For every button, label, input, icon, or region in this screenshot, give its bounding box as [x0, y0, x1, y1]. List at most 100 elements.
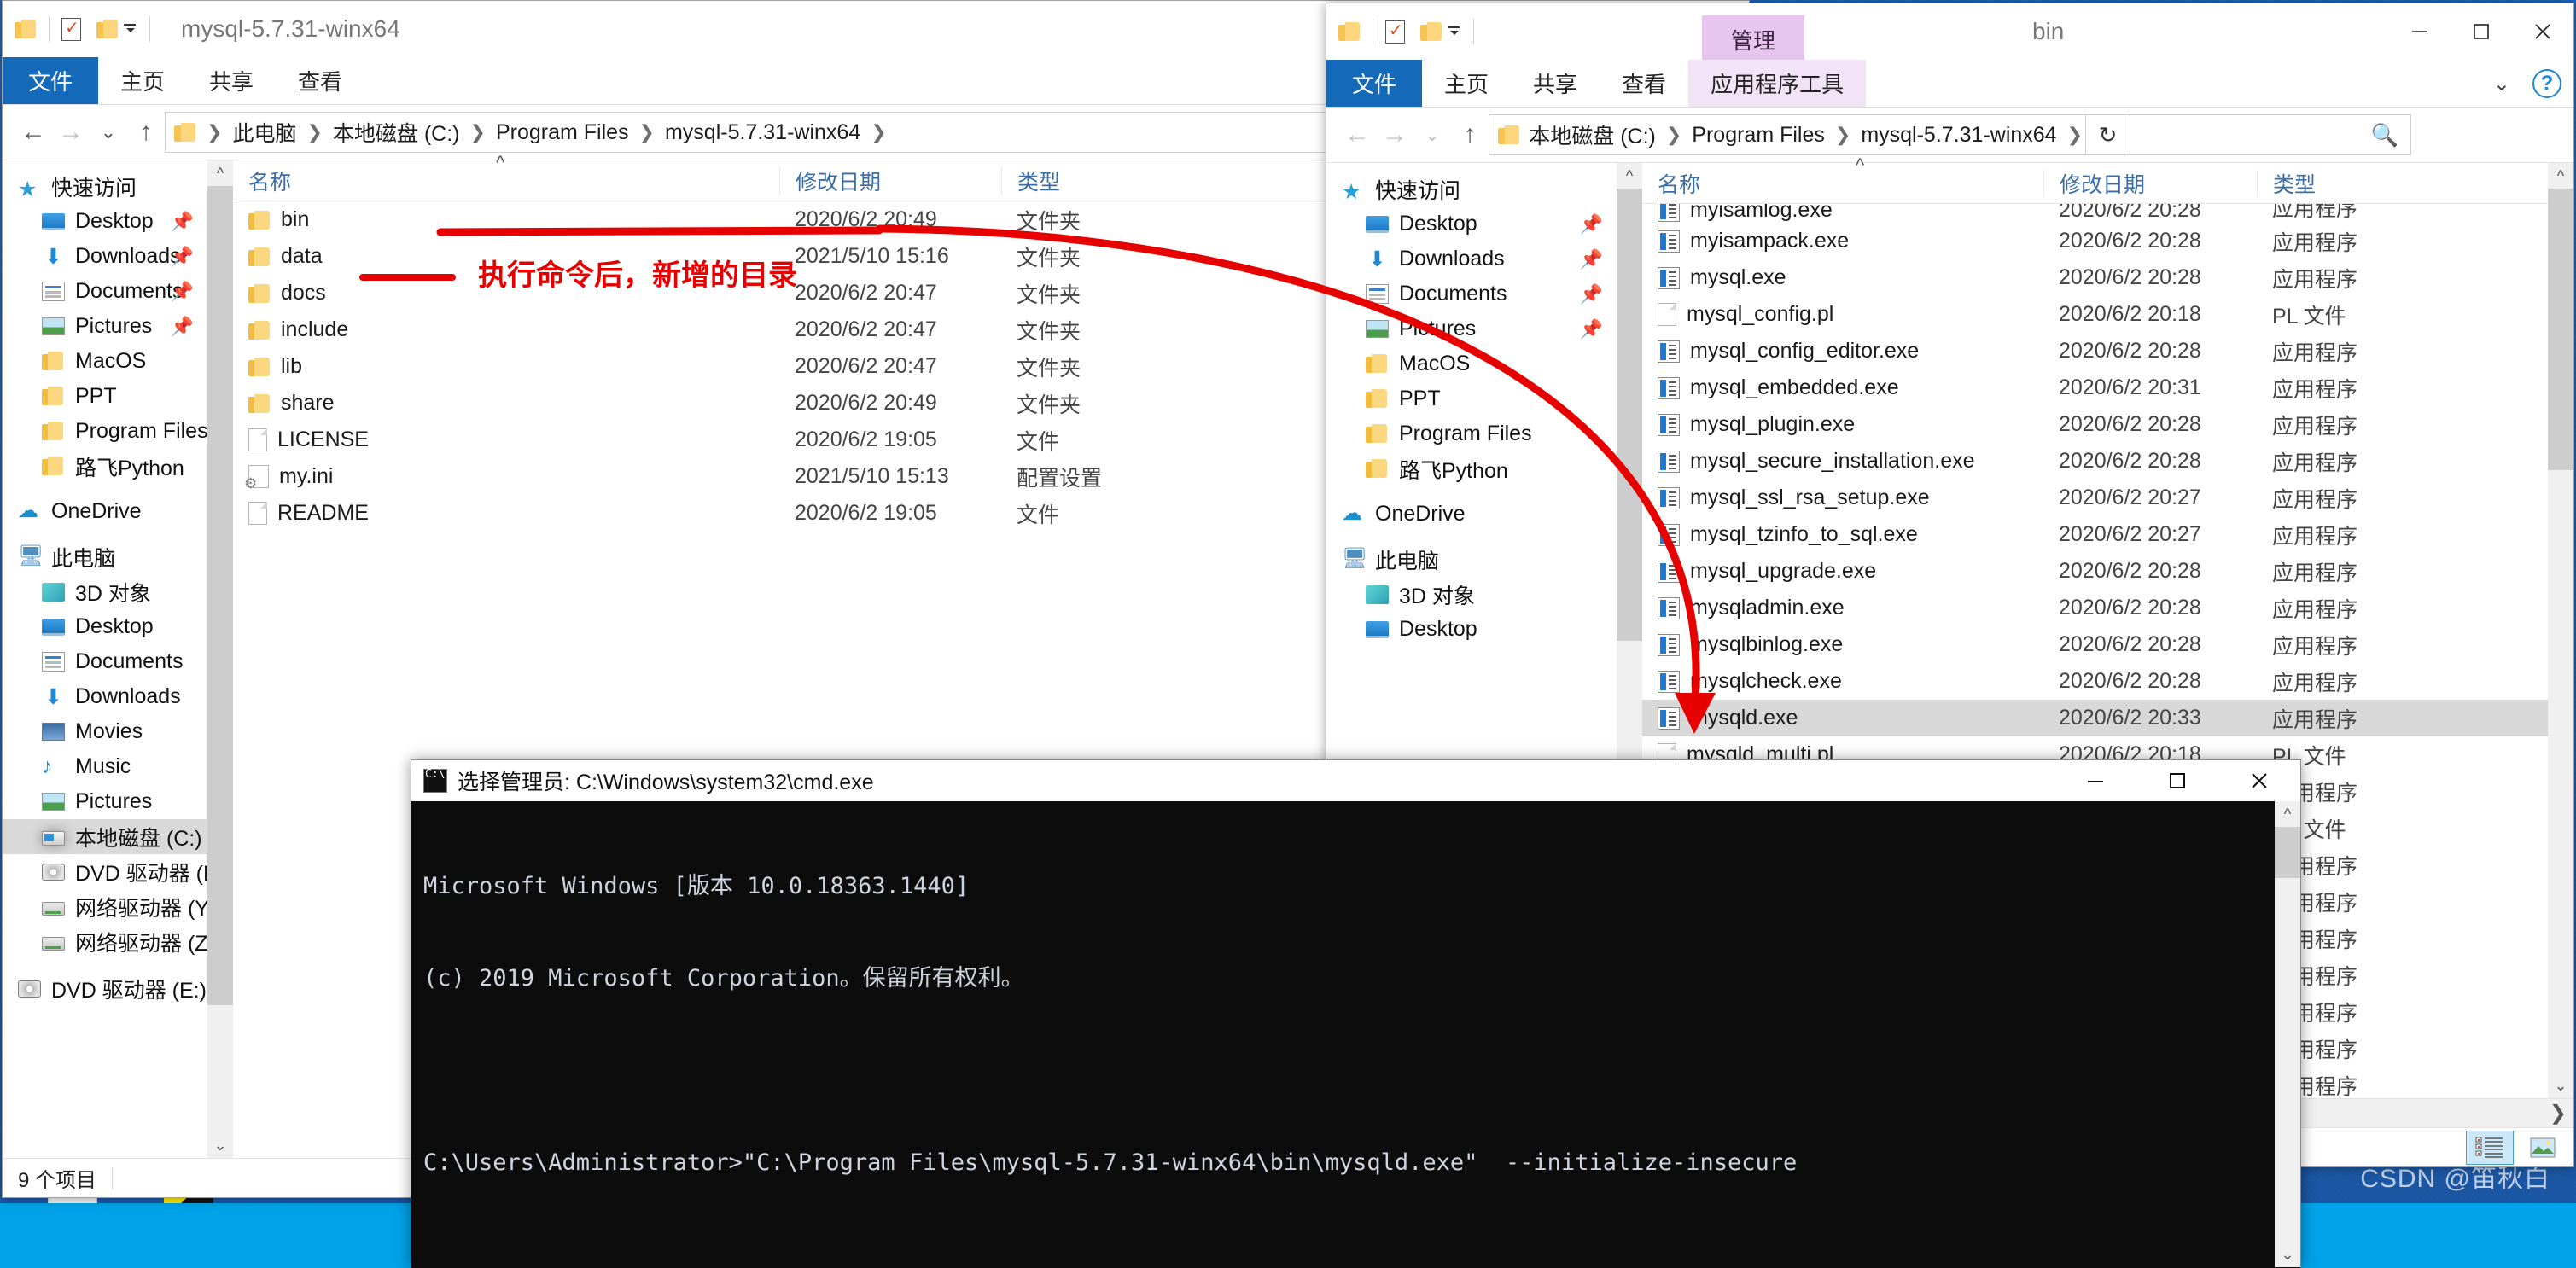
table-row[interactable]: mysql_secure_installation.exe 2020/6/2 2… [1642, 443, 2548, 480]
nav-item-dvd-drive-e[interactable]: DVD 驱动器 (E:) CDI [3, 854, 207, 889]
command-prompt-window[interactable]: 选择管理员: C:\Windows\system32\cmd.exe Micro… [411, 759, 2301, 1268]
customize-quick-access-icon[interactable] [124, 22, 137, 36]
nav-item-documents-pc[interactable]: Documents [3, 644, 207, 679]
help-icon[interactable]: ? [2532, 69, 2561, 98]
nav-item-movies[interactable]: Movies [3, 714, 207, 749]
minimize-icon[interactable] [2389, 3, 2451, 60]
properties-icon[interactable] [61, 17, 81, 41]
scroll-down-icon[interactable]: ⌄ [2548, 1073, 2573, 1098]
right-titlebar[interactable]: 管理 bin [1326, 3, 2573, 64]
minimize-icon[interactable] [2054, 760, 2136, 801]
scroll-up-icon[interactable]: ^ [207, 160, 233, 186]
nav-item-pictures[interactable]: Pictures 📌 [3, 309, 207, 344]
nav-item-pictures[interactable]: Pictures 📌 [1326, 311, 1617, 346]
search-input[interactable]: 🔍 [2130, 114, 2411, 155]
tab-share[interactable]: 共享 [187, 57, 276, 104]
nav-item-macos[interactable]: MacOS [1326, 346, 1617, 381]
nav-item-music[interactable]: ♪ Music [3, 749, 207, 784]
table-row[interactable]: mysql_config_editor.exe 2020/6/2 20:28 应… [1642, 333, 2548, 369]
nav-group-this-pc[interactable]: 🖥 此电脑 [1326, 542, 1617, 577]
table-row[interactable]: mysql_ssl_rsa_setup.exe 2020/6/2 20:27 应… [1642, 480, 2548, 516]
table-row[interactable]: mysql_upgrade.exe 2020/6/2 20:28 应用程序 [1642, 553, 2548, 590]
right-address-bar[interactable]: ← → ⌄ ↑ « 本地磁盘 (C:) ❯ Program Files ❯ my… [1326, 108, 2573, 162]
breadcrumb-item-this-pc[interactable]: 此电脑 [232, 117, 296, 148]
pin-icon[interactable]: 📌 [1580, 213, 1603, 236]
table-row[interactable]: mysql_plugin.exe 2020/6/2 20:28 应用程序 [1642, 406, 2548, 443]
close-icon[interactable] [2218, 760, 2300, 801]
new-folder-icon[interactable] [96, 20, 119, 38]
ribbon-right-controls[interactable]: ⌄ ? [2493, 60, 2561, 108]
breadcrumb-item-mysql[interactable]: mysql-5.7.31-winx64 [1861, 123, 2056, 148]
pin-icon[interactable]: 📌 [1580, 248, 1603, 270]
up-icon[interactable]: ↑ [127, 113, 165, 151]
tab-home[interactable]: 主页 [1422, 60, 1511, 107]
properties-icon[interactable] [1385, 20, 1405, 44]
pin-icon[interactable]: 📌 [1580, 283, 1603, 305]
scroll-right-icon[interactable]: ❯ [2550, 1101, 2567, 1125]
cmd-window-controls[interactable] [2054, 760, 2300, 801]
nav-item-ppt[interactable]: PPT [3, 379, 207, 414]
window-controls[interactable] [2389, 3, 2573, 60]
breadcrumb-item-program-files[interactable]: Program Files [496, 120, 629, 145]
scroll-up-icon[interactable]: ^ [2275, 801, 2300, 827]
nav-item-local-disk-c[interactable]: 本地磁盘 (C:) [3, 819, 207, 854]
customize-quick-access-icon[interactable] [1448, 25, 1461, 38]
column-header-name[interactable]: 名称 [233, 167, 779, 195]
nav-item-network-drive-z[interactable]: 网络驱动器 (Z:) [3, 924, 207, 959]
table-row[interactable]: myisamlog.exe 2020/6/2 20:28 应用程序 [1642, 204, 2548, 223]
column-header-date[interactable]: 修改日期 [2043, 169, 2257, 197]
nav-item-macos[interactable]: MacOS [3, 344, 207, 379]
table-row[interactable]: mysql_embedded.exe 2020/6/2 20:31 应用程序 [1642, 369, 2548, 406]
tab-file[interactable]: 文件 [3, 57, 99, 104]
nav-group-onedrive[interactable]: ☁ OneDrive [1326, 497, 1617, 532]
table-row[interactable]: mysql.exe 2020/6/2 20:28 应用程序 [1642, 259, 2548, 296]
scrollbar-thumb[interactable] [2548, 189, 2573, 470]
pin-icon[interactable]: 📌 [171, 316, 194, 338]
folder-icon[interactable] [15, 20, 37, 38]
cmd-scrollbar[interactable]: ^ ⌄ [2275, 801, 2300, 1267]
nav-item-lufei-python[interactable]: 路飞Python [3, 449, 207, 484]
tab-file[interactable]: 文件 [1326, 60, 1423, 107]
table-row[interactable]: mysqlbinlog.exe 2020/6/2 20:28 应用程序 [1642, 626, 2548, 663]
pin-icon[interactable]: 📌 [171, 246, 194, 268]
details-view-icon[interactable] [2466, 1131, 2514, 1165]
right-list-scrollbar[interactable]: ^ ⌄ [2548, 163, 2573, 1098]
breadcrumb[interactable]: « 本地磁盘 (C:) ❯ Program Files ❯ mysql-5.7.… [1489, 114, 2086, 155]
nav-group-quick-access[interactable]: ★ 快速访问 [3, 169, 207, 204]
tab-home[interactable]: 主页 [98, 57, 187, 104]
nav-item-lufei-python[interactable]: 路飞Python [1326, 451, 1617, 486]
large-icons-view-icon[interactable] [2519, 1131, 2567, 1165]
pin-icon[interactable]: 📌 [171, 281, 194, 303]
column-header-type[interactable]: 类型 [1001, 166, 1215, 195]
tab-share[interactable]: 共享 [1511, 60, 1600, 107]
nav-item-desktop[interactable]: Desktop 📌 [3, 204, 207, 239]
pin-icon[interactable]: 📌 [171, 211, 194, 233]
scroll-up-icon[interactable]: ^ [1617, 163, 1642, 189]
nav-list[interactable]: ★ 快速访问 Desktop 📌 ⬇ Downloads 📌 Documents… [3, 160, 207, 1006]
breadcrumb-item-program-files[interactable]: Program Files [1692, 123, 1825, 148]
new-folder-icon[interactable] [1420, 22, 1442, 41]
table-row[interactable]: mysqld.exe 2020/6/2 20:33 应用程序 [1642, 700, 2548, 736]
left-navigation-pane[interactable]: ★ 快速访问 Desktop 📌 ⬇ Downloads 📌 Documents… [3, 160, 207, 1158]
nav-group-onedrive[interactable]: ☁ OneDrive [3, 494, 207, 529]
pin-icon[interactable]: 📌 [1580, 318, 1603, 340]
nav-item-3d-objects[interactable]: 3D 对象 [1326, 577, 1617, 612]
nav-item-ppt[interactable]: PPT [1326, 381, 1617, 416]
right-column-headers[interactable]: 名称 修改日期 类型 ^ [1642, 154, 2548, 204]
up-icon[interactable]: ↑ [1451, 116, 1489, 154]
chevron-down-icon[interactable]: ⌄ [2493, 72, 2510, 96]
breadcrumb-item-local-disk[interactable]: 本地磁盘 (C:) [333, 117, 460, 148]
right-ribbon-tabs[interactable]: 文件 主页 共享 查看 应用程序工具 ⌄ ? [1326, 60, 2573, 108]
table-row[interactable]: mysql_tzinfo_to_sql.exe 2020/6/2 20:27 应… [1642, 516, 2548, 553]
scrollbar-thumb[interactable] [1617, 189, 1642, 641]
cmd-titlebar[interactable]: 选择管理员: C:\Windows\system32\cmd.exe [411, 760, 2300, 801]
nav-group-this-pc[interactable]: 🖥 此电脑 [3, 539, 207, 574]
tab-view[interactable]: 查看 [1600, 60, 1688, 107]
recent-locations-icon[interactable]: ⌄ [1413, 116, 1451, 154]
nav-item-program-files[interactable]: Program Files [1326, 416, 1617, 451]
scroll-down-icon[interactable]: ⌄ [2275, 1242, 2300, 1267]
column-header-type[interactable]: 类型 [2257, 169, 2402, 197]
nav-item-network-drive-y[interactable]: 网络驱动器 (Y:) [3, 889, 207, 924]
nav-item-documents[interactable]: Documents 📌 [1326, 276, 1617, 311]
left-nav-scrollbar[interactable]: ^ ⌄ [207, 160, 233, 1158]
